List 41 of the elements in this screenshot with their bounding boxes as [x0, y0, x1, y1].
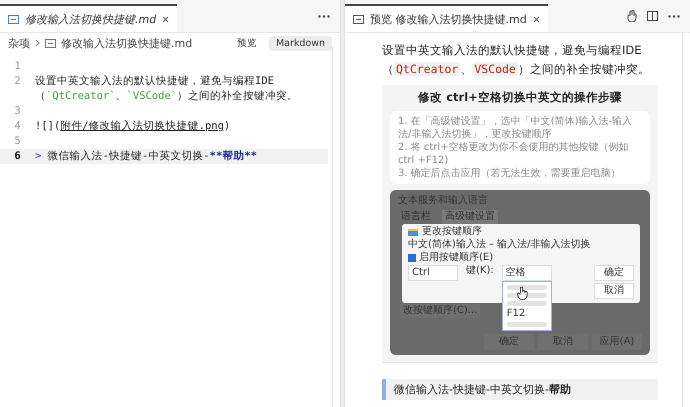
dialog-button[interactable]: 取消	[594, 283, 634, 299]
dialog-title: 更改按键顺序	[422, 226, 482, 238]
code-text: 设置中英文输入法的默认快捷键，避免与编程IDE（`QtCreator`、`VSCode`）之间的补全按键冲突。	[35, 74, 300, 104]
hand-icon[interactable]	[627, 10, 637, 22]
breadcrumb-item[interactable]: 修改输入法切换快捷键.md	[61, 36, 192, 50]
enable-checkbox[interactable]: 启用按键顺序(E)	[408, 252, 634, 264]
mode-button[interactable]: Markdown	[268, 36, 332, 50]
breadcrumb-item[interactable]: 杂项	[8, 36, 30, 50]
more-icon[interactable]	[318, 14, 330, 18]
line-number: 4	[13, 119, 22, 134]
image-title: 修改 ctrl+空格切换中英文的操作步骤	[416, 90, 623, 105]
mode-button[interactable]: 预览	[230, 34, 264, 52]
markdown-file-icon	[45, 38, 56, 48]
blockquote: 微信输入法-快捷键-中英文切换-帮助	[382, 379, 658, 400]
chevron-icon	[35, 39, 40, 47]
split-icon[interactable]	[647, 11, 658, 21]
folder-icon	[408, 228, 418, 236]
more-icon[interactable]	[668, 14, 680, 18]
hand-cursor-icon	[516, 286, 529, 300]
dropdown-option[interactable]: F12	[506, 309, 547, 319]
line-number: 6	[13, 149, 22, 164]
close-icon[interactable]	[162, 16, 170, 22]
line-number: 1	[13, 59, 22, 74]
close-icon[interactable]	[532, 16, 540, 22]
key-select[interactable]: 空格	[502, 265, 552, 281]
steps-card: 1. 在「高级键设置」，选中「中文(简体)输入法-输入法/非输入法切换」，更改按键顺序 2. 将 ctrl+空格更改为你不会使用的其他按键（例如 ctrl +F12) 3. 确定后点击应用（若无法生效，需要重启电脑）	[390, 111, 650, 184]
preview-tab[interactable]: 预览 修改输入法切换快捷键.md	[345, 4, 548, 32]
line-number: 5	[13, 134, 22, 149]
line-number: 3	[13, 104, 22, 119]
code-text: > 微信输入法-快捷键-中英文切换-**帮助**	[35, 149, 258, 164]
code-text: ![](附件/修改输入法切换快捷键.png)	[35, 119, 232, 134]
key-label: 键(K):	[466, 265, 494, 277]
link-path[interactable]: 附件/修改输入法切换快捷键.png	[60, 120, 224, 132]
preview-icon	[353, 14, 364, 24]
modifier-select[interactable]: Ctrl	[408, 265, 458, 281]
markdown-file-icon	[8, 14, 19, 24]
dialog-label: 中文(简体)输入法 – 输入法/非输入法切换	[408, 239, 592, 251]
editor-tab[interactable]: 修改输入法切换快捷键.md	[0, 4, 178, 32]
dialog-button[interactable]: 确定	[594, 265, 634, 281]
line-number: 2	[13, 74, 22, 89]
preview-paragraph: 设置中英文输入法的默认快捷键，避免与编程IDE（ QtCreator 、 VSCode ）之间的补全按键冲突。	[382, 42, 651, 78]
